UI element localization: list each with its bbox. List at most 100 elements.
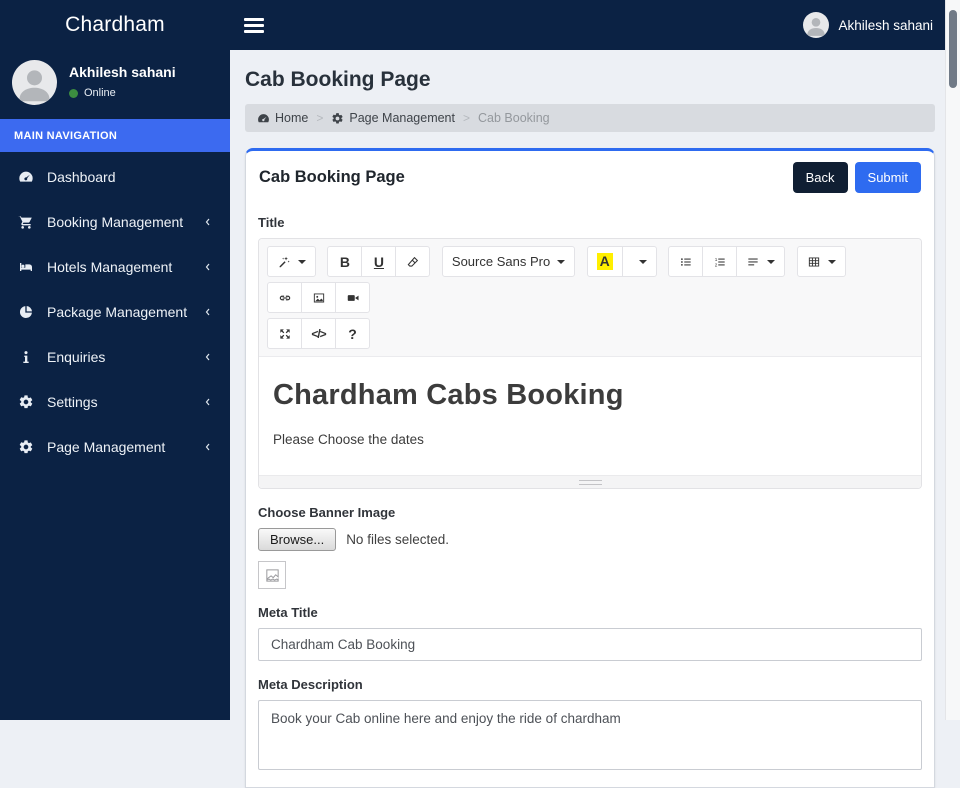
color-swatch: A: [596, 253, 613, 270]
sidebar-item-label: Package Management: [47, 303, 188, 320]
hamburger-menu-icon[interactable]: [244, 15, 264, 36]
tachometer-icon: [258, 113, 269, 122]
editor-content-area[interactable]: Chardham Cabs Booking Please Choose the …: [259, 357, 921, 475]
cab-booking-card: Cab Booking Page Back Submit Title B U S…: [245, 148, 935, 788]
sidebar-user-name: Akhilesh sahani: [69, 64, 176, 80]
scrollbar-thumb[interactable]: [949, 10, 957, 88]
sidebar-item-hotels-management[interactable]: Hotels Management: [0, 244, 230, 289]
chevron-left-icon: [202, 396, 214, 408]
card-body: Title B U Source Sans Pro A 1 2 </> ? Ch…: [246, 203, 934, 787]
back-button[interactable]: Back: [792, 162, 848, 193]
font-color-dropdown[interactable]: [621, 246, 657, 277]
sidebar-item-label: Page Management: [47, 438, 166, 455]
gear-icon: [16, 439, 36, 455]
tachometer-icon: [16, 169, 36, 185]
insert-picture-button[interactable]: [301, 282, 336, 313]
user-avatar: [803, 12, 830, 38]
browse-file-button[interactable]: Browse...: [258, 528, 337, 551]
code-view-button[interactable]: </>: [301, 318, 336, 349]
caret-down-icon: [827, 259, 836, 264]
sidebar-section-label: MAIN NAVIGATION: [0, 119, 230, 152]
resize-grip-icon: [578, 479, 602, 485]
gear-icon: [16, 394, 36, 410]
fullscreen-button[interactable]: [267, 318, 302, 349]
brand-text: Chardham: [65, 13, 165, 36]
clear-formatting-button[interactable]: [395, 246, 431, 277]
bold-button[interactable]: B: [327, 246, 363, 277]
broken-image-icon: [265, 568, 279, 582]
breadcrumb-home[interactable]: Home: [257, 111, 308, 125]
unordered-list-icon: [680, 257, 691, 266]
breadcrumb-current: Cab Booking: [478, 111, 550, 125]
meta-description-label: Meta Description: [258, 677, 363, 692]
insert-video-button[interactable]: [335, 282, 370, 313]
video-icon: [347, 294, 359, 301]
editor-resize-bar[interactable]: [259, 475, 921, 488]
chevron-left-icon: [202, 351, 214, 363]
font-family-dropdown[interactable]: Source Sans Pro: [441, 246, 576, 277]
caret-down-icon: [557, 259, 566, 264]
link-icon: [279, 295, 290, 300]
paragraph-align-dropdown[interactable]: [736, 246, 786, 277]
sidebar-item-booking-management[interactable]: Booking Management: [0, 199, 230, 244]
breadcrumb-page-management[interactable]: Page Management: [331, 111, 455, 125]
brand-logo[interactable]: Chardham: [0, 0, 230, 50]
banner-image-label: Choose Banner Image: [258, 505, 396, 520]
ordered-list-button[interactable]: 12: [702, 246, 738, 277]
main-content: Cab Booking Page Home > Page Management …: [230, 50, 945, 788]
unordered-list-button[interactable]: [668, 246, 704, 277]
svg-text:1: 1: [714, 256, 717, 261]
style-dropdown-button[interactable]: [267, 246, 316, 277]
sidebar-item-label: Dashboard: [47, 168, 116, 185]
user-avatar: [12, 60, 57, 105]
navbar-user-menu[interactable]: Akhilesh sahani: [803, 12, 933, 38]
sidebar-item-page-management[interactable]: Page Management: [0, 424, 230, 469]
no-file-text: No files selected.: [346, 532, 449, 547]
editor-paragraph: Please Choose the dates: [273, 432, 424, 447]
sidebar-item-dashboard[interactable]: Dashboard: [0, 154, 230, 199]
caret-down-icon: [298, 259, 306, 264]
meta-title-input[interactable]: [258, 628, 922, 661]
sidebar-item-enquiries[interactable]: Enquiries: [0, 334, 230, 379]
navbar-user-name: Akhilesh sahani: [838, 17, 933, 33]
caret-down-icon: [638, 259, 647, 264]
fullscreen-arrows-icon: [279, 328, 290, 339]
banner-image-preview: [258, 561, 286, 589]
insert-link-button[interactable]: [267, 282, 302, 313]
rich-text-editor: B U Source Sans Pro A 1 2 </> ? Chardham…: [258, 238, 922, 489]
meta-description-textarea[interactable]: Book your Cab online here and enjoy the …: [258, 700, 922, 770]
sidebar-item-settings[interactable]: Settings: [0, 379, 230, 424]
cart-icon: [16, 214, 36, 230]
font-color-button[interactable]: A: [586, 246, 623, 277]
sidebar-item-package-management[interactable]: Package Management: [0, 289, 230, 334]
submit-button[interactable]: Submit: [854, 162, 921, 193]
card-title: Cab Booking Page: [259, 168, 405, 186]
chevron-left-icon: [202, 216, 214, 228]
card-header: Cab Booking Page Back Submit: [246, 151, 934, 203]
sidebar-item-label: Settings: [47, 393, 98, 410]
bed-icon: [16, 259, 36, 275]
online-status-dot: [69, 88, 78, 98]
sidebar-item-label: Enquiries: [47, 348, 106, 365]
chevron-left-icon: [202, 261, 214, 273]
sidebar-menu: Dashboard Booking Management Hotels Mana…: [0, 152, 230, 469]
online-status-text: Online: [84, 87, 116, 99]
eraser-icon: [407, 256, 419, 267]
pie-chart-icon: [16, 304, 36, 320]
sidebar-user-panel: Akhilesh sahani Online: [0, 50, 230, 119]
underline-button[interactable]: U: [361, 246, 397, 277]
table-dropdown[interactable]: [796, 246, 846, 277]
picture-icon: [313, 292, 324, 303]
sidebar-item-label: Booking Management: [47, 213, 184, 230]
sidebar: Chardham Akhilesh sahani Online MAIN NAV…: [0, 0, 230, 720]
ordered-list-icon: 12: [714, 256, 725, 267]
breadcrumb-separator: >: [316, 111, 324, 125]
info-icon: [16, 349, 36, 365]
help-button[interactable]: ?: [335, 318, 370, 349]
editor-heading: Chardham Cabs Booking: [273, 379, 624, 411]
table-icon: [808, 256, 819, 267]
vertical-scrollbar[interactable]: [945, 0, 960, 720]
title-label: Title: [258, 215, 285, 230]
meta-title-label: Meta Title: [258, 605, 318, 620]
caret-down-icon: [767, 259, 776, 264]
